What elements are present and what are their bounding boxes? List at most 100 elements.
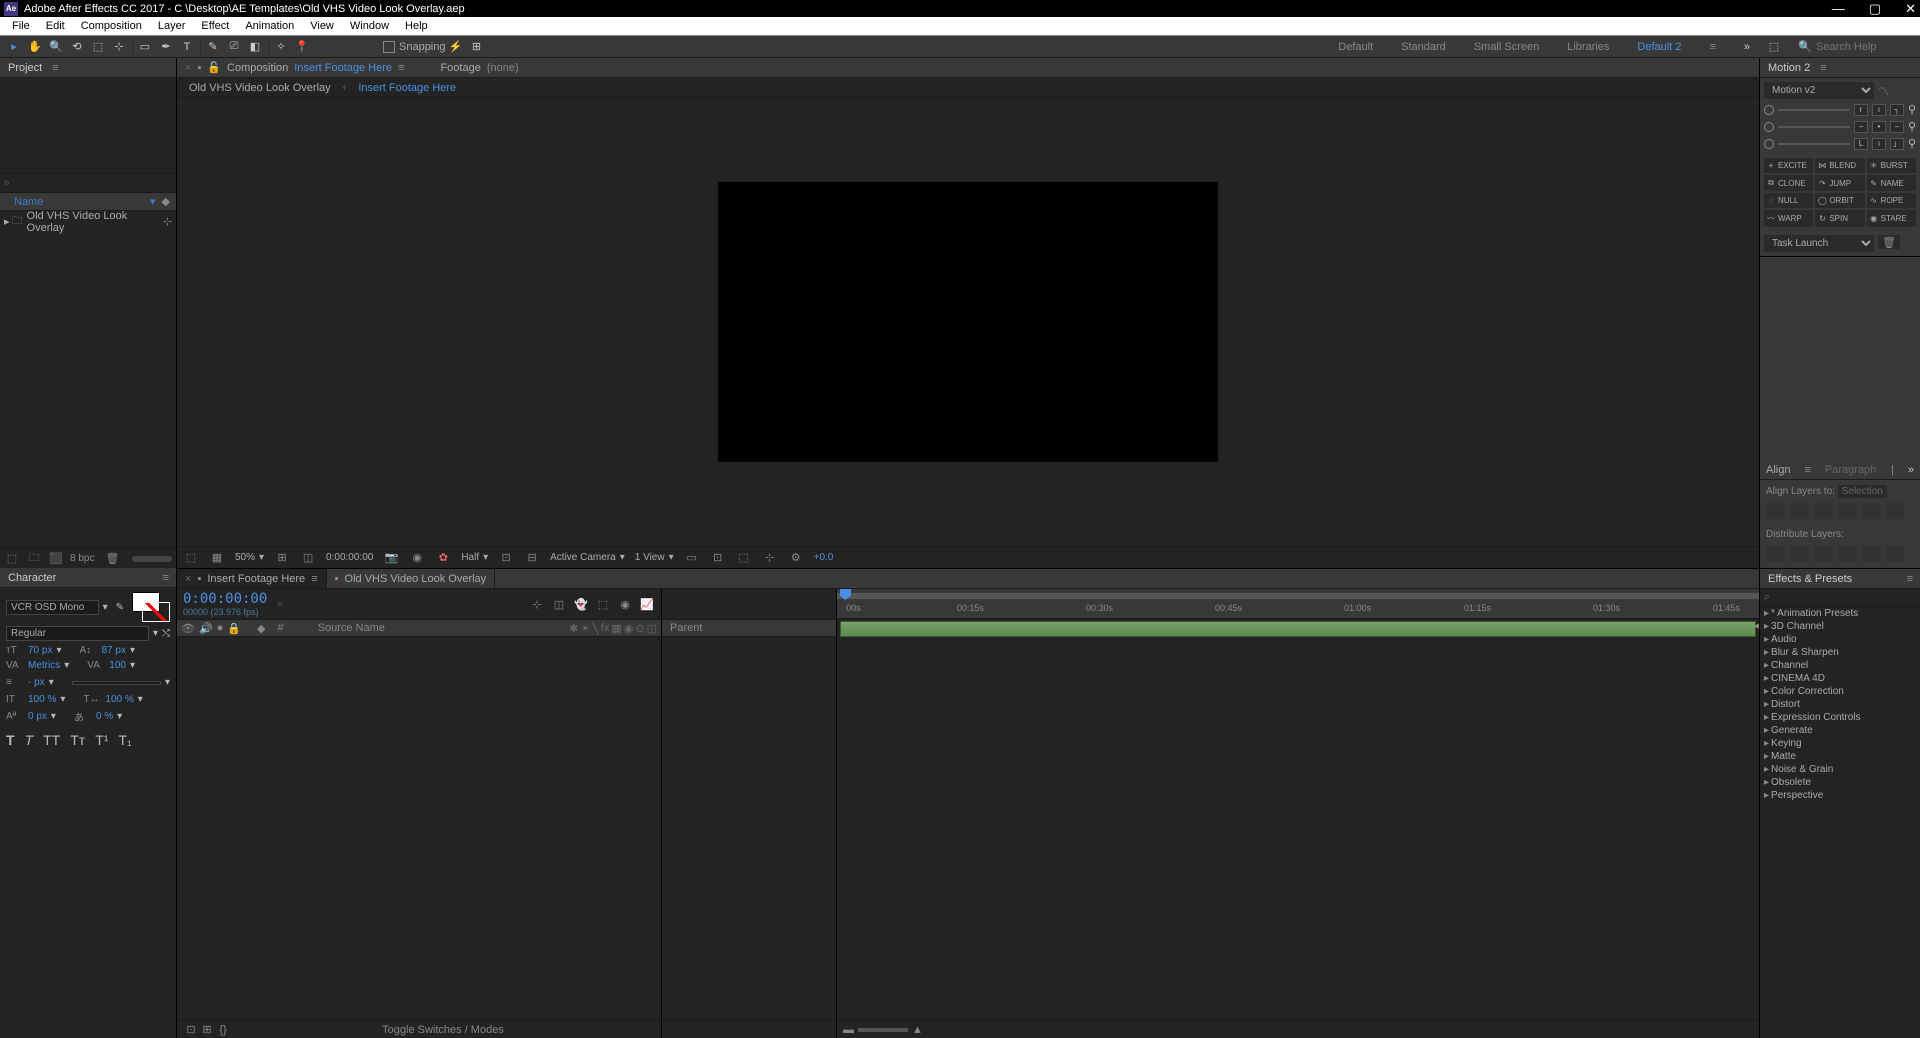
fast-preview-icon[interactable]: ⊡ — [710, 551, 726, 565]
font-family-dropdown[interactable]: VCR OSD Mono — [6, 600, 99, 615]
project-panel-menu-icon[interactable]: ≡ — [52, 62, 57, 74]
font-size-value[interactable]: 70 px — [28, 645, 52, 656]
comp-mini-flowchart-icon[interactable]: ⊹ — [529, 597, 545, 611]
tsume-value[interactable]: 0 % — [96, 711, 113, 722]
dist-right-icon[interactable] — [1886, 546, 1904, 562]
align-tab-menu-icon[interactable]: ≡ — [1804, 464, 1810, 476]
effects-search-input[interactable] — [1774, 592, 1916, 603]
menu-composition[interactable]: Composition — [73, 20, 150, 32]
timeline-search-icon[interactable]: ⌕ — [277, 598, 283, 611]
draft-3d-icon[interactable]: ◫ — [551, 597, 567, 611]
comp-marker-button[interactable]: ◂ — [1753, 619, 1759, 632]
baseline-value[interactable]: 0 px — [28, 711, 47, 722]
dist-vcenter-icon[interactable] — [1790, 546, 1808, 562]
comp-tab-menu-icon[interactable]: ≡ — [398, 62, 404, 74]
menu-layer[interactable]: Layer — [150, 20, 194, 32]
effects-category[interactable]: ▸CINEMA 4D — [1760, 672, 1920, 685]
project-search-input[interactable] — [14, 177, 172, 189]
paragraph-tab[interactable]: Paragraph — [1825, 464, 1876, 476]
workspace-standard[interactable]: Standard — [1387, 41, 1460, 53]
close-button[interactable]: ✕ — [1905, 1, 1916, 17]
switches-col-icon[interactable]: ▦ — [611, 622, 621, 635]
switches-col-icon[interactable]: ✱ — [569, 622, 578, 635]
zoom-dropdown[interactable]: 50% ▾ — [235, 552, 264, 563]
zoom-tool-icon[interactable]: 🔍 — [46, 37, 66, 57]
stroke-color-swatch[interactable] — [142, 602, 170, 622]
eye-column-icon[interactable]: 👁 — [181, 622, 195, 635]
effects-category[interactable]: ▸* Animation Presets — [1760, 607, 1920, 620]
disclosure-triangle-icon[interactable]: ▸ — [1764, 699, 1769, 710]
align-to-dropdown[interactable]: Selection — [1838, 485, 1887, 498]
stroke-style-dropdown[interactable] — [72, 681, 161, 685]
timeline-timecode[interactable]: 0:00:00:00 — [183, 591, 267, 607]
font-dropdown-icon[interactable]: ▾ — [103, 602, 108, 613]
disclosure-triangle-icon[interactable]: ▸ — [1764, 686, 1769, 697]
type-tool-icon[interactable]: T — [177, 37, 197, 57]
resolution-dropdown[interactable]: Half ▾ — [461, 552, 488, 563]
menu-effect[interactable]: Effect — [193, 20, 237, 32]
flowchart-icon[interactable]: ⊹ — [163, 215, 172, 228]
flowchart-btn-icon[interactable]: ⊹ — [762, 551, 778, 565]
motion-btn-null[interactable]: ◌NULL — [1764, 193, 1813, 208]
allcaps-button[interactable]: TT — [43, 732, 60, 748]
new-comp-icon[interactable]: ⬛ — [48, 552, 64, 566]
menu-help[interactable]: Help — [397, 20, 436, 32]
breadcrumb-item-current[interactable]: Insert Footage Here — [358, 82, 456, 94]
solo-column-icon[interactable]: ● — [217, 622, 224, 634]
anchor-icon[interactable]: ⚲ — [1908, 120, 1916, 133]
workspace-default[interactable]: Default — [1324, 41, 1387, 53]
roto-brush-tool-icon[interactable]: ✧ — [271, 37, 291, 57]
roi-icon[interactable]: ◫ — [300, 551, 316, 565]
effects-category[interactable]: ▸Audio — [1760, 633, 1920, 646]
view-options2-icon[interactable]: ⊟ — [524, 551, 540, 565]
align-top-icon[interactable] — [1838, 503, 1856, 519]
lock-column-icon[interactable]: 🔒 — [227, 622, 241, 635]
search-help-input[interactable] — [1816, 41, 1916, 53]
sync-settings-icon[interactable]: ⬚ — [1764, 37, 1784, 57]
motion-btn-excite[interactable]: +EXCITE — [1764, 158, 1813, 173]
disclosure-triangle-icon[interactable]: ▸ — [4, 215, 10, 228]
switches-col-icon[interactable]: fx — [601, 622, 610, 635]
dist-top-icon[interactable] — [1766, 546, 1784, 562]
style-dropdown-icon[interactable]: ▾ — [153, 628, 158, 639]
selection-tool-icon[interactable]: ▸ — [4, 37, 24, 57]
motion-btn-stare[interactable]: ◉STARE — [1867, 210, 1916, 227]
motion-btn-spin[interactable]: ↻SPIN — [1815, 210, 1864, 227]
disclosure-triangle-icon[interactable]: ▸ — [1764, 660, 1769, 671]
disclosure-triangle-icon[interactable]: ▸ — [1764, 621, 1769, 632]
toggle-alpha-icon[interactable]: ⬚ — [183, 551, 199, 565]
new-folder-icon[interactable]: 🗀 — [26, 552, 42, 566]
snapshot-icon[interactable]: 📷 — [383, 551, 399, 565]
show-channel-icon[interactable]: ◉ — [409, 551, 425, 565]
kerning-value[interactable]: Metrics — [28, 660, 60, 671]
color-mgmt-icon[interactable]: ✿ — [435, 551, 451, 565]
stroke-width-value[interactable]: - px — [28, 677, 45, 688]
anchor-icon[interactable]: ⚲ — [1908, 103, 1916, 116]
rectangle-tool-icon[interactable]: ▭ — [135, 37, 155, 57]
menu-file[interactable]: File — [4, 20, 38, 32]
tl-footer-icon[interactable]: ⊞ — [199, 1023, 215, 1037]
motion-slider-2[interactable]: –•–⚲ — [1764, 120, 1916, 133]
composition-tab[interactable]: × ▪ 🔓 Composition Insert Footage Here ≡ — [177, 58, 412, 77]
timeline-icon[interactable]: ⬚ — [736, 551, 752, 565]
switches-col-icon[interactable]: ☀ — [580, 622, 590, 635]
disclosure-triangle-icon[interactable]: ▸ — [1764, 725, 1769, 736]
effects-category[interactable]: ▸3D Channel — [1760, 620, 1920, 633]
audio-column-icon[interactable]: 🔊 — [199, 622, 213, 635]
motion-slider-3[interactable]: Lı」⚲ — [1764, 137, 1916, 150]
puppet-tool-icon[interactable]: 📍 — [292, 37, 312, 57]
timeline-tab-secondary[interactable]: ▪ Old VHS Video Look Overlay — [327, 569, 496, 588]
timeline-tab-active[interactable]: × ▪ Insert Footage Here ≡ — [177, 569, 327, 588]
eraser-tool-icon[interactable]: ◧ — [245, 37, 265, 57]
align-right-icon[interactable] — [1814, 503, 1832, 519]
close-tab-icon[interactable]: × — [185, 62, 191, 74]
views-dropdown[interactable]: 1 View ▾ — [635, 552, 674, 563]
motion-btn-clone[interactable]: ⧉CLONE — [1764, 175, 1813, 191]
disclosure-triangle-icon[interactable]: ▸ — [1764, 712, 1769, 723]
tl-footer-icon[interactable]: {} — [215, 1023, 231, 1037]
menu-edit[interactable]: Edit — [38, 20, 73, 32]
maximize-button[interactable]: ▢ — [1869, 1, 1881, 17]
workspace-libraries[interactable]: Libraries — [1553, 41, 1623, 53]
effects-category[interactable]: ▸Noise & Grain — [1760, 763, 1920, 776]
dist-left-icon[interactable] — [1838, 546, 1856, 562]
